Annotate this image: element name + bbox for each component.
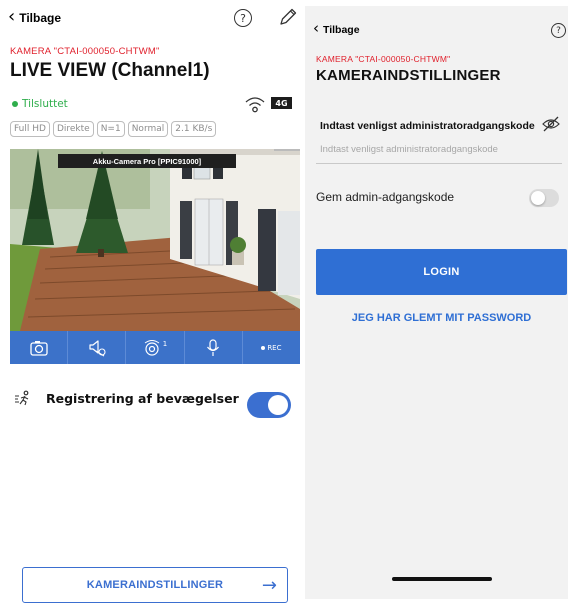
password-input[interactable] [320, 141, 560, 157]
motion-detection-toggle[interactable] [247, 392, 291, 418]
chip-resolution: Full HD [10, 121, 50, 137]
video-frame-image [10, 149, 300, 331]
chip-viewers: N=1 [96, 121, 125, 137]
help-icon[interactable]: ? [234, 9, 252, 27]
camera-settings-button[interactable]: KAMERAINDSTILLINGER → [22, 567, 288, 603]
snapshot-button[interactable] [10, 331, 69, 364]
help-glyph: ? [556, 25, 561, 36]
login-button[interactable]: LOGIN [316, 249, 567, 295]
back-button[interactable]: ‹ Tilbage [8, 6, 61, 27]
stream-info-chips: Full HD Direkte N=1 Normal 2.1 KB/s [10, 121, 217, 137]
save-password-toggle[interactable] [529, 189, 559, 207]
microphone-icon [207, 338, 220, 356]
status-label: Tilsluttet [22, 98, 68, 110]
camera-settings-login-screen: ‹ Tilbage ? KAMERA "CTAI-000050-CHTWM" K… [305, 6, 568, 599]
motion-detection-label: Registrering af bevægelser [46, 390, 239, 406]
back-label: Tilbage [323, 23, 360, 36]
connection-status: Tilsluttet [12, 98, 68, 110]
siren-button[interactable]: 1 [126, 331, 185, 364]
network-badge: 4G [271, 97, 292, 109]
page-title: KAMERAINDSTILLINGER [316, 67, 501, 84]
chip-mode: Direkte [52, 121, 94, 137]
siren-badge: 1 [162, 339, 168, 348]
snapshot-icon [29, 340, 48, 356]
record-dot [261, 345, 266, 350]
toggle-knob [531, 191, 545, 205]
arrow-right-icon: → [261, 575, 277, 596]
status-dot [12, 101, 18, 107]
eye-off-icon[interactable] [542, 116, 560, 132]
record-button[interactable]: REC [243, 331, 300, 364]
siren-icon [144, 339, 160, 356]
chevron-left-icon: ‹ [313, 19, 319, 37]
live-video-feed[interactable] [10, 149, 300, 331]
forgot-password-link[interactable]: JEG HAR GLEMT MIT PASSWORD [316, 312, 567, 324]
save-password-label: Gem admin-adgangskode [316, 190, 455, 204]
chip-quality: Normal [127, 121, 169, 137]
microphone-button[interactable] [185, 331, 243, 364]
back-label: Tilbage [19, 11, 61, 25]
video-caption: Akku-Camera Pro [PPIC91000] [58, 154, 236, 168]
input-underline [316, 163, 562, 164]
back-button[interactable]: ‹ Tilbage [313, 19, 360, 37]
toggle-knob [268, 395, 288, 415]
page-title: LIVE VIEW (Channel1) [10, 60, 210, 81]
motion-icon [15, 390, 29, 406]
camera-settings-label: KAMERAINDSTILLINGER [86, 579, 224, 591]
record-icon: REC [261, 343, 282, 352]
chevron-left-icon: ‹ [8, 6, 16, 27]
camera-id: KAMERA "CTAI-000050-CHTWM" [10, 46, 160, 57]
pencil-icon[interactable] [278, 7, 298, 27]
wifi-icon [245, 97, 265, 113]
speaker-button[interactable] [68, 331, 127, 364]
camera-id: KAMERA "CTAI-000050-CHTWM" [316, 54, 451, 64]
help-glyph: ? [240, 11, 246, 25]
record-label: REC [267, 343, 282, 352]
live-view-screen: ‹ Tilbage ? KAMERA "CTAI-000050-CHTWM" L… [0, 0, 300, 603]
video-control-bar: 1 REC [10, 331, 300, 364]
home-indicator [392, 577, 492, 581]
password-label: Indtast venligst administratoradgangskod… [320, 120, 535, 132]
help-icon[interactable]: ? [551, 23, 566, 38]
chip-bitrate: 2.1 KB/s [171, 121, 217, 137]
speaker-mute-icon [89, 339, 106, 357]
